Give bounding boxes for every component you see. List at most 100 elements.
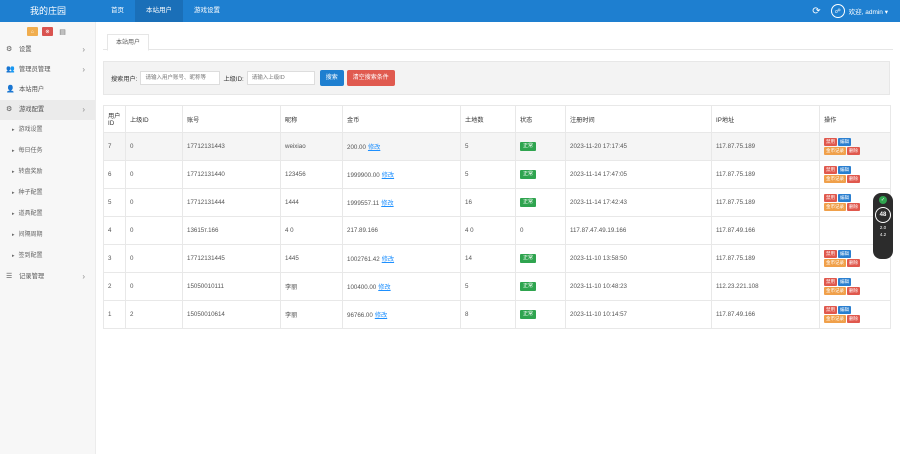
sidebar-item-settings[interactable]: ⚙ 设置 › bbox=[0, 40, 95, 60]
edit-coins-link[interactable]: 修改 bbox=[375, 312, 387, 319]
sidebar-subitem-wheel-rewards[interactable]: ▸ 转盘奖励 bbox=[0, 162, 95, 183]
edit-coins-link[interactable]: 修改 bbox=[382, 172, 394, 179]
sidebar-item-site-users[interactable]: 👤 本站用户 bbox=[0, 80, 95, 100]
cell-nickname: 4 0 bbox=[280, 216, 343, 245]
sidebar-subitem-checkin[interactable]: ▸ 签到配置 bbox=[0, 246, 95, 267]
users-table-wrapper: 用户ID 上级ID 账号 昵称 金币 土地数 状态 注册时间 IP地址 操作 7 0 17712131… bbox=[103, 105, 891, 329]
cell-status: 正常 bbox=[515, 160, 566, 189]
cell-land-count: 5 bbox=[460, 272, 516, 301]
list-icon: ☰ bbox=[6, 273, 13, 280]
sidebar-item-records[interactable]: ☰ 记录管理 › bbox=[0, 267, 95, 287]
edit-coins-link[interactable]: 修改 bbox=[378, 284, 390, 291]
sidebar-item-admins[interactable]: 👥 管理员管理 › bbox=[0, 60, 95, 80]
coin-records-button[interactable]: 金币记录 bbox=[824, 147, 846, 155]
delete-button[interactable]: 删除 bbox=[847, 315, 860, 323]
column-header: 上级ID bbox=[125, 105, 183, 133]
cell-parent-id: 0 bbox=[125, 160, 183, 189]
cell-ip: 117.87.49.166 bbox=[711, 216, 820, 245]
cell-register-time: 2023-11-14 17:42:43 bbox=[565, 188, 712, 217]
cell-register-time: 2023-11-10 13:58:50 bbox=[565, 244, 712, 273]
disable-button[interactable]: 禁用 bbox=[824, 306, 837, 314]
row-actions: 禁用 编辑 金币记录 删除 bbox=[824, 138, 864, 155]
home-icon[interactable]: ⌂ bbox=[27, 27, 38, 36]
disable-button[interactable]: 禁用 bbox=[824, 194, 837, 202]
cell-coins: 96766.00 修改 bbox=[342, 300, 461, 329]
delete-button[interactable]: 删除 bbox=[847, 175, 860, 183]
sidebar-subitem-interval[interactable]: ▸ 间隔周期 bbox=[0, 225, 95, 246]
cell-parent-id: 0 bbox=[125, 188, 183, 217]
list-icon[interactable]: ▤ bbox=[57, 27, 68, 36]
cell-status: 0 bbox=[515, 216, 566, 245]
close-icon[interactable]: ⊗ bbox=[42, 27, 53, 36]
sidebar-item-label: 本站用户 bbox=[19, 86, 45, 93]
chevron-right-icon: › bbox=[82, 65, 85, 74]
row-actions: 禁用 编辑 金币记录 删除 bbox=[824, 250, 864, 267]
cell-parent-id: 0 bbox=[125, 216, 183, 245]
app-logo[interactable]: 我的庄园 bbox=[0, 0, 96, 22]
cell-actions: 禁用 编辑 金币记录 删除 bbox=[819, 132, 891, 161]
edit-coins-link[interactable]: 修改 bbox=[382, 256, 394, 263]
table-row: 7 0 17712131443 weixiao 200.00 修改 5 正常 2023-11-2… bbox=[103, 132, 891, 161]
edit-button[interactable]: 编辑 bbox=[838, 250, 851, 258]
cell-status: 正常 bbox=[515, 272, 566, 301]
search-button[interactable]: 搜索 bbox=[319, 70, 344, 86]
coins-value: 96766.00 bbox=[347, 312, 373, 319]
edit-button[interactable]: 编辑 bbox=[838, 306, 851, 314]
sidebar-subitem-label: 每日任务 bbox=[18, 148, 43, 154]
check-icon: ✓ bbox=[879, 196, 887, 204]
delete-button[interactable]: 删除 bbox=[847, 203, 860, 211]
sidebar-subitem-item-config[interactable]: ▸ 道具配置 bbox=[0, 204, 95, 225]
coin-records-button[interactable]: 金币记录 bbox=[824, 315, 846, 323]
sidebar-item-game-config[interactable]: ⚙ 游戏配置 › bbox=[0, 100, 95, 120]
cell-land-count: 4 0 bbox=[460, 216, 516, 245]
nav-game-settings[interactable]: 游戏设置 bbox=[183, 0, 231, 22]
table-row: 6 0 17712131440 123456 1999900.00 修改 5 正常 2023-1… bbox=[103, 160, 891, 189]
clear-search-button[interactable]: 清空搜索条件 bbox=[346, 70, 395, 86]
edit-button[interactable]: 编辑 bbox=[838, 278, 851, 286]
coins-value: 100400.00 bbox=[347, 284, 377, 291]
edit-coins-link[interactable]: 修改 bbox=[368, 144, 380, 151]
coin-records-button[interactable]: 金币记录 bbox=[824, 203, 846, 211]
disable-button[interactable]: 禁用 bbox=[824, 250, 837, 258]
row-actions: 禁用 编辑 金币记录 删除 bbox=[824, 278, 864, 295]
cell-coins: 1999900.00 修改 bbox=[342, 160, 461, 189]
cell-nickname: weixiao bbox=[280, 132, 343, 161]
delete-button[interactable]: 删除 bbox=[847, 287, 860, 295]
column-header: 昵称 bbox=[280, 105, 343, 133]
coins-value: 200.00 bbox=[347, 144, 366, 151]
column-header: 状态 bbox=[515, 105, 566, 133]
bullet-icon: ▸ bbox=[12, 148, 15, 154]
edit-coins-link[interactable]: 修改 bbox=[381, 200, 393, 207]
sidebar-item-label: 记录管理 bbox=[19, 273, 45, 280]
user-menu[interactable]: ☍ 欢迎, admin ▾ bbox=[830, 4, 888, 18]
cell-ip: 117.87.75.189 bbox=[711, 160, 820, 189]
disable-button[interactable]: 禁用 bbox=[824, 278, 837, 286]
sidebar-subitem-label: 转盘奖励 bbox=[18, 169, 43, 175]
nav-home[interactable]: 首页 bbox=[100, 0, 135, 22]
bullet-icon: ▸ bbox=[12, 211, 15, 217]
edit-button[interactable]: 编辑 bbox=[838, 166, 851, 174]
sidebar-subitem-game-settings[interactable]: ▸ 游戏设置 bbox=[0, 120, 95, 141]
sidebar-subitem-daily-tasks[interactable]: ▸ 每日任务 bbox=[0, 141, 95, 162]
tab-site-users[interactable]: 本站用户 bbox=[107, 34, 150, 51]
coin-records-button[interactable]: 金币记录 bbox=[824, 175, 846, 183]
delete-button[interactable]: 删除 bbox=[847, 147, 860, 155]
coin-records-button[interactable]: 金币记录 bbox=[824, 259, 846, 267]
cell-coins: 100400.00 修改 bbox=[342, 272, 461, 301]
search-user-label: 搜索用户: bbox=[111, 75, 138, 83]
speed-widget[interactable]: ✓ 48 2.0 4.2 bbox=[873, 193, 893, 259]
user-greeting: 欢迎, admin ▾ bbox=[848, 9, 888, 16]
sidebar-item-label: 游戏配置 bbox=[19, 106, 45, 113]
edit-button[interactable]: 编辑 bbox=[838, 138, 851, 146]
nav-users[interactable]: 本站用户 bbox=[135, 0, 183, 22]
delete-button[interactable]: 删除 bbox=[847, 259, 860, 267]
disable-button[interactable]: 禁用 bbox=[824, 138, 837, 146]
search-user-input[interactable] bbox=[140, 71, 221, 85]
refresh-icon[interactable]: ⟳ bbox=[812, 6, 820, 17]
edit-button[interactable]: 编辑 bbox=[838, 194, 851, 202]
disable-button[interactable]: 禁用 bbox=[824, 166, 837, 174]
parent-id-input[interactable] bbox=[246, 71, 315, 85]
sidebar-subitem-label: 间隔周期 bbox=[18, 232, 43, 238]
sidebar-subitem-seed-config[interactable]: ▸ 种子配置 bbox=[0, 183, 95, 204]
coin-records-button[interactable]: 金币记录 bbox=[824, 287, 846, 295]
